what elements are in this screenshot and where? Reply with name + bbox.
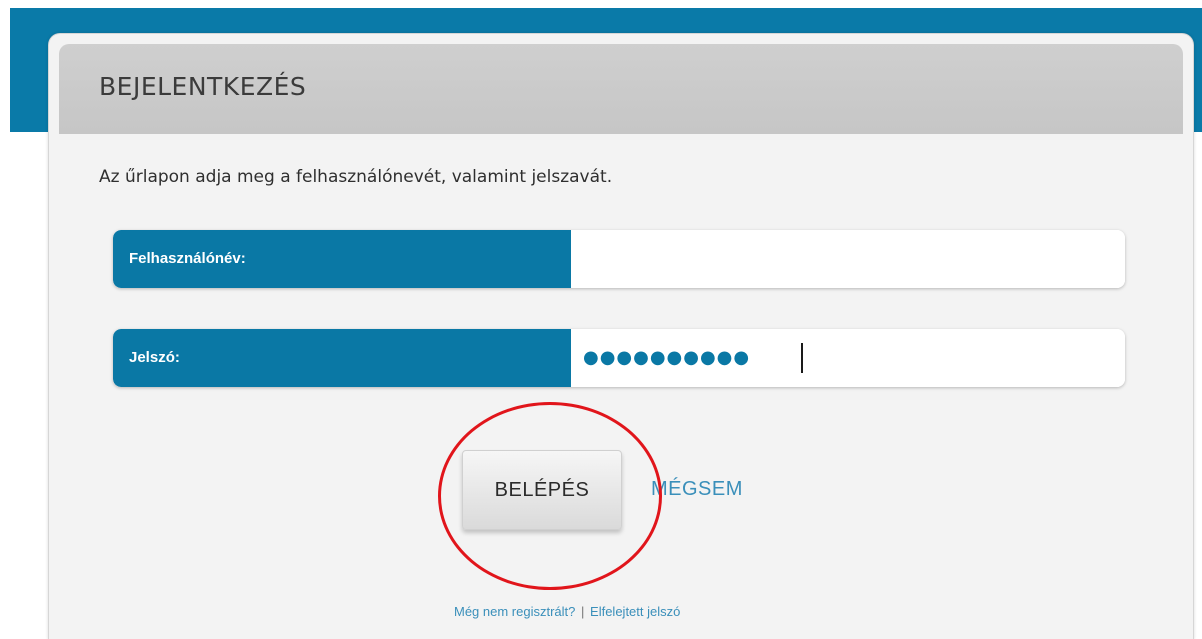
dialog-title: BEJELENTKEZÉS xyxy=(99,72,307,101)
login-button[interactable]: BELÉPÉS xyxy=(462,450,622,530)
instruction-text: Az űrlapon adja meg a felhasználónevét, … xyxy=(99,167,613,187)
username-label: Felhasználónév: xyxy=(113,230,571,288)
text-caret xyxy=(801,343,803,373)
login-dialog: BEJELENTKEZÉS Az űrlapon adja meg a felh… xyxy=(48,33,1194,639)
link-separator: | xyxy=(581,604,585,619)
cancel-link[interactable]: MÉGSEM xyxy=(651,478,743,501)
dialog-header: BEJELENTKEZÉS xyxy=(59,44,1183,134)
password-masked-value: ●●●●●●●●●● xyxy=(583,347,751,368)
forgot-password-link[interactable]: Elfelejtett jelszó xyxy=(590,604,680,619)
username-field: Felhasználónév: xyxy=(113,230,1125,288)
register-link[interactable]: Még nem regisztrált? xyxy=(454,604,575,619)
password-field: Jelszó: ●●●●●●●●●● xyxy=(113,329,1125,387)
help-links: Még nem regisztrált? | Elfelejtett jelsz… xyxy=(454,604,680,619)
login-screen: BEJELENTKEZÉS Az űrlapon adja meg a felh… xyxy=(0,0,1202,639)
password-label: Jelszó: xyxy=(113,329,571,387)
username-input[interactable] xyxy=(571,230,1125,288)
